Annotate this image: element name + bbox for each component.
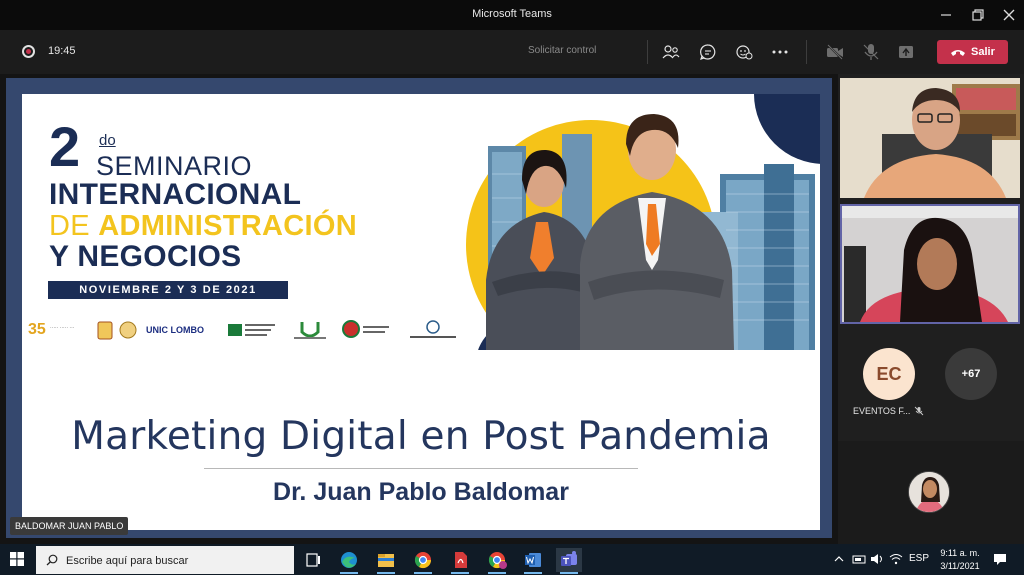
search-icon (46, 554, 58, 566)
chrome-profile-icon[interactable] (484, 548, 510, 574)
logo-los-libertadores (408, 320, 458, 342)
logo-unicolombo: UNIC LOMBO (146, 325, 204, 335)
restore-icon[interactable] (968, 5, 988, 25)
participant-video-speaker[interactable] (840, 78, 1020, 198)
task-view-icon[interactable] (300, 548, 326, 572)
network-icon[interactable] (852, 553, 866, 568)
notifications-icon[interactable] (993, 553, 1007, 568)
talk-speaker: Dr. Juan Pablo Baldomar (273, 478, 569, 506)
shared-screen-frame: 2 do SEMINARIO INTERNACIONAL DE ADMINIST… (6, 78, 832, 538)
presentation-slide: 2 do SEMINARIO INTERNACIONAL DE ADMINIST… (22, 94, 820, 530)
close-icon[interactable] (999, 5, 1019, 25)
chat-icon[interactable] (698, 42, 718, 62)
logo-university-u (292, 320, 328, 342)
taskbar-clock[interactable]: 9:11 a. m. 3/11/2021 (932, 547, 988, 573)
meeting-timer: 19:45 (48, 45, 76, 57)
leave-label: Salir (971, 46, 995, 58)
windows-start-icon[interactable] (10, 552, 24, 566)
self-view-area (838, 441, 1024, 544)
logo-35-anniversary: 35 ····· ····· ··· (28, 321, 75, 338)
teams-icon[interactable] (556, 548, 582, 574)
volume-icon[interactable] (870, 553, 884, 568)
slide-word-administracion: ADMINISTRACIÓN (98, 210, 357, 242)
clock-time: 9:11 a. m. (940, 548, 980, 558)
more-participants-button[interactable]: +67 (945, 348, 997, 400)
mic-icon[interactable] (861, 42, 881, 62)
talk-title: Marketing Digital en Post Pandemia (71, 414, 771, 459)
hang-up-icon (951, 50, 965, 56)
clock-date: 3/11/2021 (940, 561, 980, 571)
participant-avatar-ec[interactable]: EC (863, 348, 915, 400)
wifi-icon[interactable] (889, 553, 903, 568)
search-placeholder: Escribe aquí para buscar (66, 555, 189, 567)
more-options-icon[interactable] (770, 42, 790, 62)
edition-number: 2 (49, 115, 81, 178)
toolbar-divider (647, 40, 648, 64)
meeting-toolbar: 19:45 Solicitar control Salir (0, 30, 1024, 74)
taskbar-search[interactable]: Escribe aquí para buscar (36, 546, 294, 574)
camera-off-icon[interactable] (825, 42, 845, 62)
mic-off-icon (914, 406, 924, 416)
toolbar-divider (806, 40, 807, 64)
share-tray-icon[interactable] (896, 42, 916, 62)
request-control-button[interactable]: Solicitar control (528, 45, 596, 56)
participant-name-ec: EVENTOS F... (853, 406, 911, 416)
slide-line-internacional: INTERNACIONAL (49, 178, 302, 211)
edition-suffix: do (99, 132, 116, 149)
reactions-icon[interactable] (734, 42, 754, 62)
logo-universidad-cartagena (342, 320, 390, 342)
participants-panel: EC +67 EVENTOS F... (838, 74, 1024, 544)
word-icon[interactable] (520, 548, 546, 574)
window-title: Microsoft Teams (472, 8, 552, 20)
screen-share-stage: 2 do SEMINARIO INTERNACIONAL DE ADMINIST… (0, 74, 838, 544)
participant-video-active[interactable] (840, 204, 1020, 324)
slide-line-administracion: DE ADMINISTRACIÓN (49, 210, 357, 243)
self-avatar[interactable] (908, 471, 950, 513)
presenter-name-tag: BALDOMAR JUAN PABLO (10, 517, 129, 535)
logo-universidad-tecnologica (228, 320, 278, 342)
seminar-banner: 2 do SEMINARIO INTERNACIONAL DE ADMINIST… (22, 94, 820, 350)
recording-icon (22, 45, 35, 58)
title-bar: Microsoft Teams (0, 0, 1024, 30)
logo-university-crest (94, 320, 142, 342)
title-divider (204, 468, 638, 469)
input-language[interactable]: ESP (909, 553, 929, 564)
slide-line-de: DE (49, 210, 99, 242)
chrome-icon[interactable] (410, 548, 436, 574)
business-people-photo (486, 114, 815, 350)
minimize-icon[interactable] (936, 5, 956, 25)
teams-meeting-window: Microsoft Teams 19:45 Solicitar control (0, 0, 1024, 575)
edge-icon[interactable] (336, 548, 362, 574)
leave-button[interactable]: Salir (937, 40, 1008, 64)
show-hidden-icons[interactable] (833, 553, 845, 568)
people-icon[interactable] (661, 42, 681, 62)
pdf-reader-icon[interactable] (447, 548, 473, 574)
seminar-dates: NOVIEMBRE 2 Y 3 DE 2021 (48, 281, 288, 299)
slide-line-negocios: Y NEGOCIOS (49, 240, 242, 273)
file-explorer-icon[interactable] (373, 548, 399, 574)
windows-taskbar: Escribe aquí para buscar ESP 9:11 a. m. … (0, 544, 1024, 575)
